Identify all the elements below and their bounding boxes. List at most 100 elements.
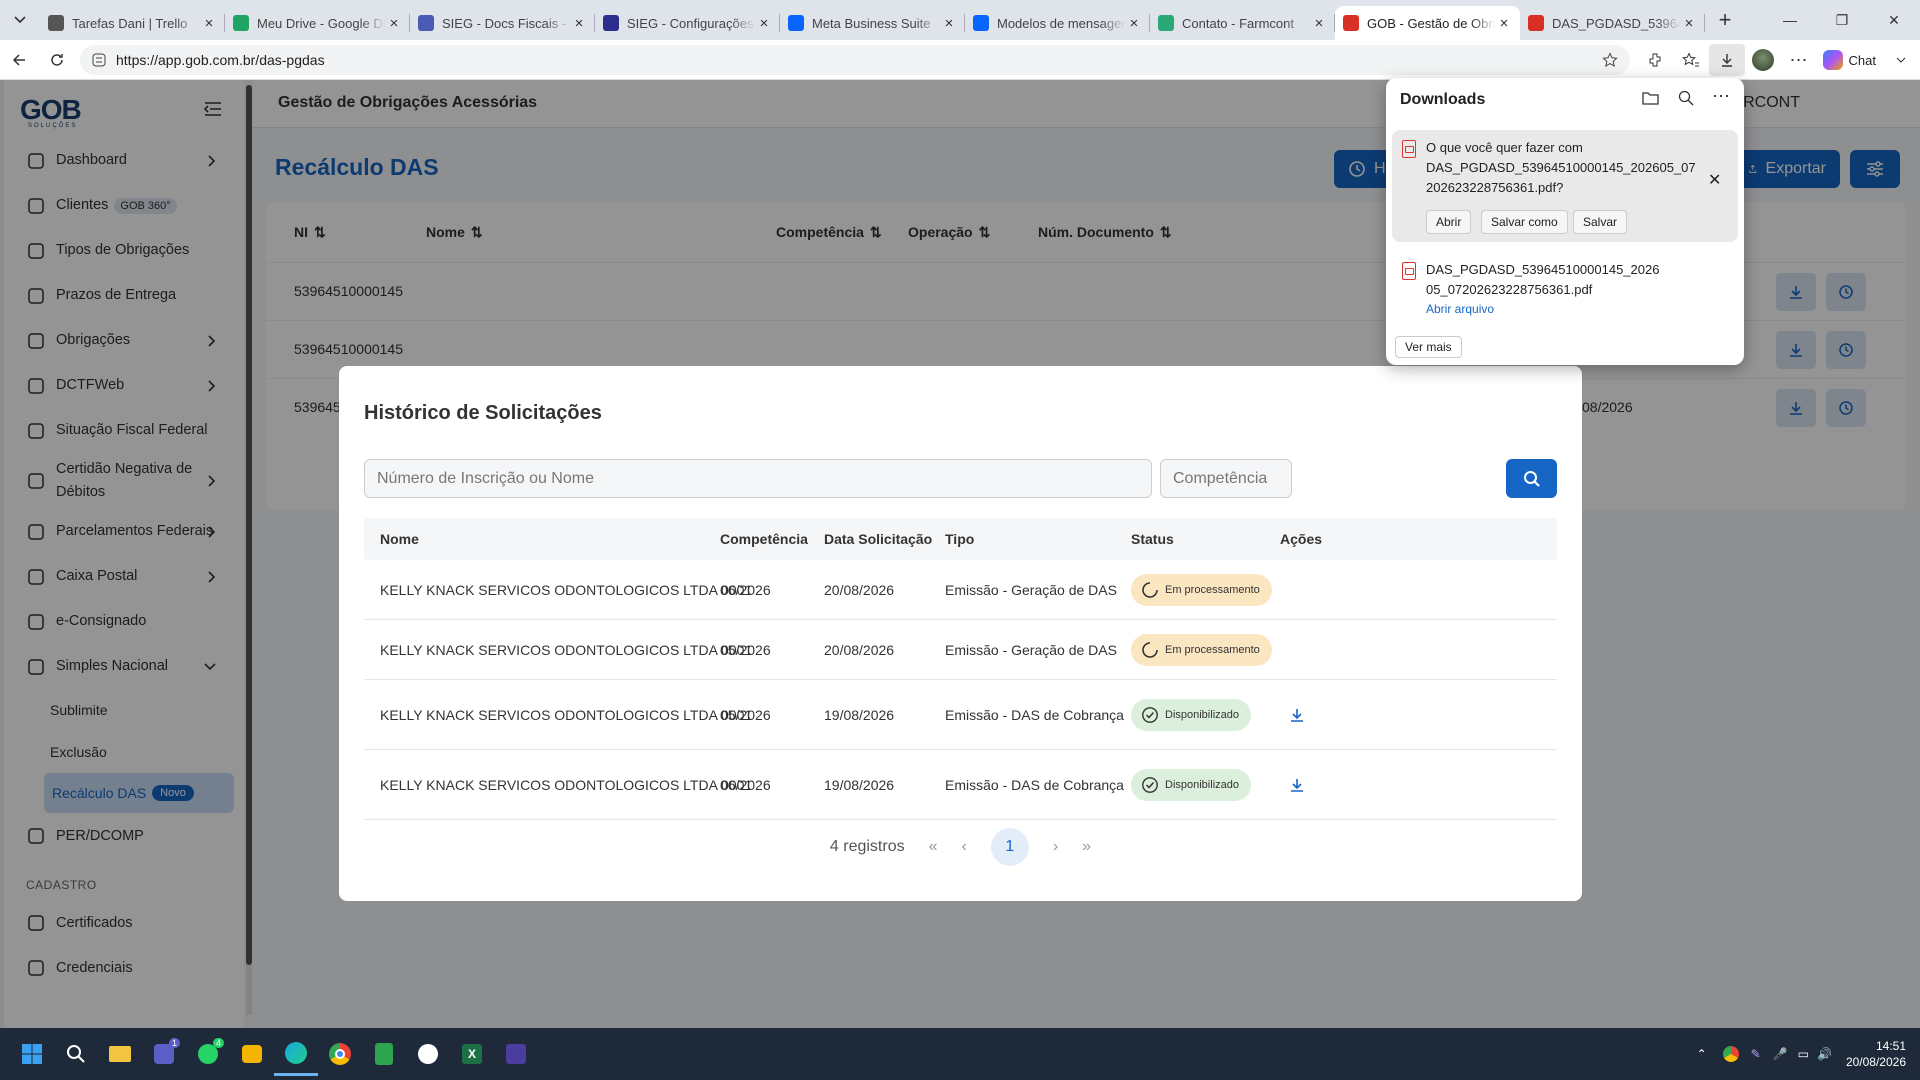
site-info-icon[interactable] <box>92 53 106 67</box>
history-table: Nome Competência Data Solicitação Tipo Statu… <box>364 518 1557 820</box>
tipo-cell: Emissão - DAS de Cobrança <box>945 706 1124 723</box>
search-icon <box>1523 470 1540 487</box>
tab-close-icon[interactable]: × <box>756 15 772 32</box>
tab-favicon-icon <box>973 15 989 31</box>
favorites-icon[interactable] <box>1673 40 1709 80</box>
chrome-icon[interactable] <box>318 1032 362 1076</box>
download-action-button[interactable] <box>1289 750 1305 819</box>
browser-tab[interactable]: Contato - Farmcont × <box>1150 6 1335 40</box>
search-downloads-icon[interactable] <box>1678 90 1694 106</box>
browser-tab[interactable]: Tarefas Dani | Trello × <box>40 6 225 40</box>
tray-chevron-icon[interactable]: ⌃ <box>1687 1047 1717 1061</box>
tab-favicon-icon <box>1343 15 1359 31</box>
tab-title: DAS_PGDASD_53964510 <box>1552 15 1681 31</box>
tab-close-icon[interactable]: × <box>201 15 217 32</box>
first-page-icon[interactable]: « <box>929 838 938 856</box>
save-as-button[interactable]: Salvar como <box>1481 210 1568 234</box>
new-tab-button[interactable]: + <box>1705 7 1745 33</box>
download-action-button[interactable] <box>1289 680 1305 749</box>
tab-close-icon[interactable]: × <box>1496 15 1512 32</box>
prompt-line-1: O que você quer fazer com <box>1426 140 1583 155</box>
next-page-icon[interactable]: › <box>1053 838 1058 856</box>
tab-close-icon[interactable]: × <box>1681 15 1697 32</box>
close-window-button[interactable]: ✕ <box>1868 0 1920 40</box>
tab-list-chevron-icon[interactable] <box>0 0 40 40</box>
tipo-cell: Emissão - DAS de Cobrança <box>945 776 1124 793</box>
competencia-input[interactable]: Competência <box>1160 459 1292 498</box>
check-circle-icon <box>1142 706 1158 723</box>
downloads-more-icon[interactable]: ⋯ <box>1712 86 1730 107</box>
chat-app-icon[interactable] <box>230 1032 274 1076</box>
open-folder-icon[interactable] <box>1642 90 1660 106</box>
browser-tab[interactable]: Meu Drive - Google Drive× <box>225 6 410 40</box>
tab-close-icon[interactable]: × <box>386 15 402 32</box>
extensions-icon[interactable] <box>1637 40 1673 80</box>
minimize-button[interactable]: — <box>1764 0 1816 40</box>
url-field[interactable]: https://app.gob.com.br/das-pgdas <box>80 45 1630 75</box>
lock-app-icon[interactable] <box>406 1032 450 1076</box>
copilot-chat-button[interactable]: Chat <box>1817 50 1920 70</box>
tab-close-icon[interactable]: × <box>571 15 587 32</box>
whatsapp-taskbar-icon[interactable]: 4 <box>186 1032 230 1076</box>
more-menu-icon[interactable]: ⋯ <box>1781 40 1817 80</box>
tab-title: SIEG - Docs Fiscais - Detalhes <box>442 15 571 31</box>
status-badge: Em processamento <box>1131 633 1272 666</box>
records-count: 4 registros <box>829 838 905 855</box>
browser-tab[interactable]: SIEG - Docs Fiscais - Detalhes× <box>410 6 595 40</box>
tab-favicon-icon <box>418 15 434 31</box>
status-label: Disponibilizado <box>1165 778 1239 791</box>
nome-cell: KELLY KNACK SERVICOS ODONTOLOGICOS LTDA … <box>380 706 753 723</box>
reload-button[interactable] <box>38 44 76 76</box>
pen-icon[interactable]: ✎ <box>1745 1047 1767 1061</box>
tab-favicon-icon <box>1158 15 1174 31</box>
modal-title: Histórico de Solicitações <box>364 402 602 424</box>
tipo-cell: Emissão - Geração de DAS <box>945 581 1117 598</box>
profile-avatar[interactable] <box>1745 40 1781 80</box>
tab-close-icon[interactable]: × <box>1311 15 1327 32</box>
open-button[interactable]: Abrir <box>1426 210 1472 234</box>
browser-tab[interactable]: Modelos de mensagem × <box>965 6 1150 40</box>
search-taskbar-icon[interactable] <box>54 1032 98 1076</box>
download-item-file[interactable]: DAS_PGDASD_53964510000145_2026 05_072026… <box>1392 252 1738 316</box>
dismiss-close-icon[interactable]: ✕ <box>1708 170 1721 190</box>
history-modal: Histórico de Solicitações Número de Insc… <box>339 366 1582 901</box>
clock[interactable]: 14:51 20/08/2026 <box>1836 1038 1920 1070</box>
browser-tab[interactable]: DAS_PGDASD_53964510× <box>1520 6 1705 40</box>
restore-button[interactable]: ❐ <box>1816 0 1868 40</box>
volume-icon[interactable]: 🔊 <box>1813 1047 1836 1061</box>
nome-cell: KELLY KNACK SERVICOS ODONTOLOGICOS LTDA … <box>380 641 753 658</box>
tab-close-icon[interactable]: × <box>1126 15 1142 32</box>
prev-page-icon[interactable]: ‹ <box>962 838 967 856</box>
downloads-icon[interactable] <box>1708 44 1745 76</box>
excel-icon[interactable]: X <box>450 1032 494 1076</box>
browser-tab[interactable]: SIEG - Configurações × <box>595 6 780 40</box>
tab-favicon-icon <box>1528 15 1544 31</box>
tab-close-icon[interactable]: × <box>941 15 957 32</box>
column-header: Data Solicitação <box>824 531 933 547</box>
back-button[interactable] <box>0 44 38 76</box>
network-icon[interactable]: ▭ <box>1794 1047 1813 1061</box>
downloads-title: Downloads <box>1400 91 1486 108</box>
clock-time: 14:51 <box>1875 1039 1906 1053</box>
favorite-star-icon[interactable] <box>1602 52 1618 68</box>
chat-label: Chat <box>1848 52 1876 68</box>
see-more-button[interactable]: Ver mais <box>1395 336 1462 358</box>
microphone-icon[interactable]: 🎤 <box>1767 1047 1794 1061</box>
search-input[interactable]: Número de Inscrição ou Nome <box>364 459 1152 498</box>
tab-title: SIEG - Configurações <box>627 15 754 31</box>
page-1-button[interactable]: 1 <box>990 828 1029 866</box>
app-q-icon[interactable] <box>494 1032 538 1076</box>
last-page-icon[interactable]: » <box>1082 838 1091 856</box>
column-header: Nome <box>380 531 419 547</box>
file-explorer-icon[interactable] <box>98 1032 142 1076</box>
browser-tab[interactable]: Meta Business Suite × <box>780 6 965 40</box>
calculator-icon[interactable] <box>362 1032 406 1076</box>
start-button[interactable] <box>10 1032 54 1076</box>
teams-icon[interactable]: 1 <box>142 1032 186 1076</box>
browser-tab[interactable]: GOB - Gestão de Obrigações× <box>1335 6 1520 40</box>
search-button[interactable] <box>1506 459 1557 498</box>
save-button[interactable]: Salvar <box>1573 210 1628 234</box>
chrome-tray-icon[interactable] <box>1722 1046 1739 1062</box>
edge-icon[interactable] <box>274 1032 318 1076</box>
open-file-link[interactable]: Abrir arquivo <box>1426 300 1659 318</box>
